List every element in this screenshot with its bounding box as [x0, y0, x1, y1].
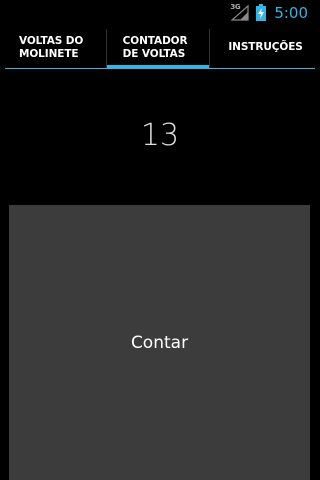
- tab-contador-de-voltas[interactable]: CONTADOR DE VOLTAS: [106, 29, 211, 69]
- tab-label-line2: DE VOLTAS: [122, 47, 186, 60]
- tab-label-line1: VOLTAS DO: [19, 35, 84, 47]
- tab-voltas-do-molinete[interactable]: VOLTAS DO MOLINETE: [5, 29, 107, 68]
- tab-label-line2: MOLINETE: [19, 47, 79, 60]
- status-bar: 3G 5:00: [0, 0, 320, 25]
- tab-instrucoes[interactable]: INSTRUÇÕES: [210, 29, 315, 68]
- tab-label-line1: INSTRUÇÕES: [228, 41, 303, 53]
- clock: 5:00: [274, 3, 308, 22]
- signal-icon: 3G: [230, 3, 250, 21]
- tab-bar: VOLTAS DO MOLINETE CONTADOR DE VOLTAS IN…: [5, 29, 315, 69]
- count-button[interactable]: Contar: [9, 205, 310, 480]
- lap-counter-value: 13: [140, 118, 180, 153]
- battery-charging-icon: [256, 4, 267, 21]
- tab-label-line1: CONTADOR: [122, 35, 188, 47]
